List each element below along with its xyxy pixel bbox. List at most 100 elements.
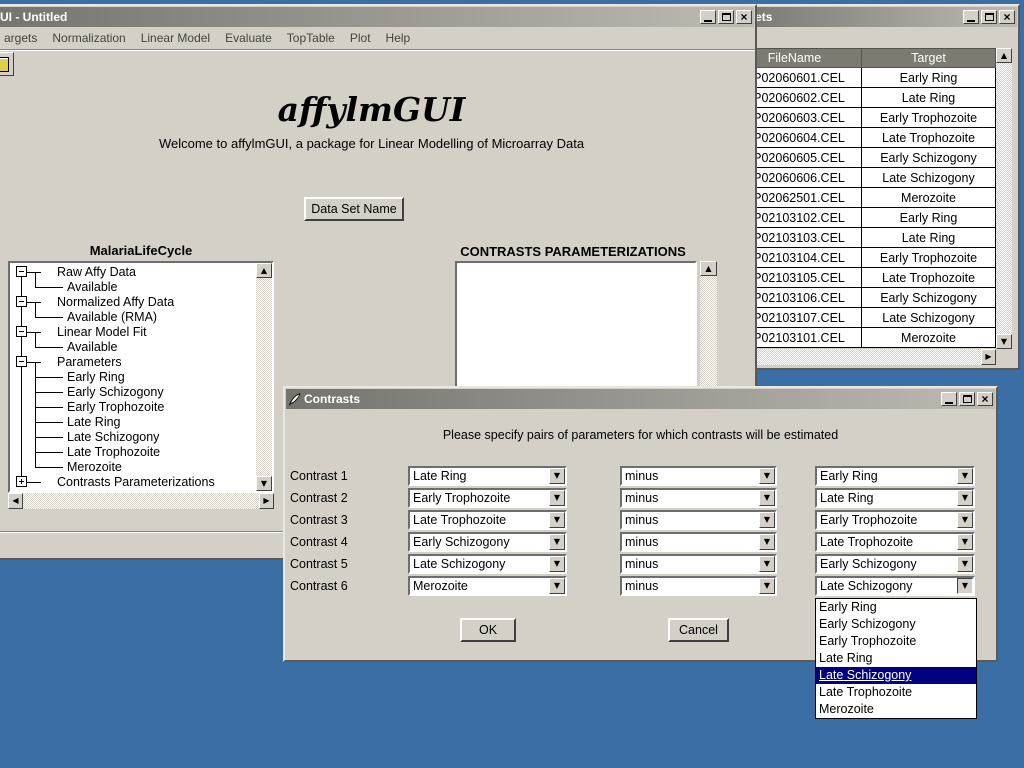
dropdown-option-1[interactable]: Early Schizogony bbox=[816, 616, 976, 633]
targets-row[interactable]: DP02060603.CELEarly Trophozoite bbox=[728, 108, 996, 128]
menu-item-0[interactable]: argets bbox=[4, 31, 37, 45]
tree-collapse-minus-icon[interactable] bbox=[16, 326, 27, 337]
targets-scrollbar-horizontal[interactable]: ◀ ▶ bbox=[727, 349, 996, 365]
scroll-track[interactable] bbox=[742, 349, 981, 365]
contrast-5-left-combo[interactable]: Late Schizogony▼ bbox=[408, 554, 567, 574]
targets-row[interactable]: DP02060604.CELLate Trophozoite bbox=[728, 128, 996, 148]
targets-row[interactable]: DP02060601.CELEarly Ring bbox=[728, 68, 996, 88]
contrast-3-left-combo[interactable]: Late Trophozoite▼ bbox=[408, 510, 567, 530]
tree-item[interactable]: Early Ring bbox=[10, 370, 256, 385]
main-titlebar[interactable]: UI - Untitled × bbox=[0, 7, 754, 27]
combo-arrow-button[interactable]: ▼ bbox=[759, 578, 775, 594]
tree-item[interactable]: Linear Model Fit bbox=[10, 325, 256, 340]
minimize-button[interactable] bbox=[700, 10, 716, 24]
targets-row[interactable]: DP02103105.CELLate Trophozoite bbox=[728, 268, 996, 288]
minimize-button[interactable] bbox=[941, 392, 957, 406]
targets-row[interactable]: DP02060602.CELLate Ring bbox=[728, 88, 996, 108]
tree-item[interactable]: Early Trophozoite bbox=[10, 400, 256, 415]
targets-row[interactable]: DP02103107.CELLate Schizogony bbox=[728, 308, 996, 328]
scroll-track[interactable] bbox=[23, 493, 259, 509]
dropdown-option-3[interactable]: Late Ring bbox=[816, 650, 976, 667]
contrast-1-left-combo[interactable]: Late Ring▼ bbox=[408, 466, 567, 486]
targets-row[interactable]: DP02060605.CELEarly Schizogony bbox=[728, 148, 996, 168]
tree-item[interactable]: Available bbox=[10, 340, 256, 355]
scroll-up-button[interactable]: ▲ bbox=[996, 48, 1012, 63]
tree-collapse-minus-icon[interactable] bbox=[16, 296, 27, 307]
contrasts-titlebar[interactable]: Contrasts × bbox=[286, 389, 995, 409]
tree-expand-plus-icon[interactable] bbox=[16, 476, 27, 487]
contrast-1-right-combo[interactable]: Early Ring▼ bbox=[815, 466, 975, 486]
menu-item-1[interactable]: Normalization bbox=[52, 31, 125, 45]
tree-item[interactable]: Late Schizogony bbox=[10, 430, 256, 445]
combo-arrow-button[interactable]: ▼ bbox=[957, 512, 973, 528]
menu-item-3[interactable]: Evaluate bbox=[225, 31, 272, 45]
maximize-button[interactable] bbox=[718, 10, 734, 24]
combo-arrow-button[interactable]: ▼ bbox=[549, 534, 565, 550]
tree-scrollbar-horizontal[interactable]: ◀ ▶ bbox=[8, 493, 274, 509]
close-button[interactable]: × bbox=[977, 392, 993, 406]
combo-arrow-button[interactable]: ▼ bbox=[957, 490, 973, 506]
tree-item[interactable]: Late Ring bbox=[10, 415, 256, 430]
menu-item-5[interactable]: Plot bbox=[350, 31, 371, 45]
combo-arrow-button[interactable]: ▼ bbox=[957, 468, 973, 484]
combo-arrow-button[interactable]: ▼ bbox=[759, 490, 775, 506]
combo-arrow-button[interactable]: ▼ bbox=[759, 468, 775, 484]
scroll-left-button[interactable]: ◀ bbox=[8, 493, 23, 509]
tree-item[interactable]: Available bbox=[10, 280, 256, 295]
tree-item[interactable]: Contrasts Parameterizations bbox=[10, 475, 256, 490]
contrast-2-left-combo[interactable]: Early Trophozoite▼ bbox=[408, 488, 567, 508]
targets-row[interactable]: DP02062501.CELMerozoite bbox=[728, 188, 996, 208]
close-button[interactable]: × bbox=[736, 10, 752, 24]
contrast-5-right-combo[interactable]: Early Schizogony▼ bbox=[815, 554, 975, 574]
scroll-track[interactable] bbox=[256, 278, 272, 476]
combo-arrow-button[interactable]: ▼ bbox=[957, 578, 973, 594]
contrast-2-operator-combo[interactable]: minus▼ bbox=[620, 488, 777, 508]
combo-arrow-button[interactable]: ▼ bbox=[549, 578, 565, 594]
contrast-4-operator-combo[interactable]: minus▼ bbox=[620, 532, 777, 552]
contrast-6-left-combo[interactable]: Merozoite▼ bbox=[408, 576, 567, 596]
maximize-button[interactable] bbox=[959, 392, 975, 406]
tree-item[interactable]: Parameters bbox=[10, 355, 256, 370]
contrast-3-right-combo[interactable]: Early Trophozoite▼ bbox=[815, 510, 975, 530]
tree-item[interactable]: Available (RMA) bbox=[10, 310, 256, 325]
tree-collapse-minus-icon[interactable] bbox=[16, 356, 27, 367]
targets-row[interactable]: DP02103103.CELLate Ring bbox=[728, 228, 996, 248]
combo-arrow-button[interactable]: ▼ bbox=[759, 556, 775, 572]
dropdown-option-2[interactable]: Early Trophozoite bbox=[816, 633, 976, 650]
combo-arrow-button[interactable]: ▼ bbox=[549, 490, 565, 506]
targets-row[interactable]: DP02060606.CELLate Schizogony bbox=[728, 168, 996, 188]
combo-arrow-button[interactable]: ▼ bbox=[549, 512, 565, 528]
contrast-4-right-combo[interactable]: Late Trophozoite▼ bbox=[815, 532, 975, 552]
targets-row[interactable]: DP02103101.CELMerozoite bbox=[728, 328, 996, 348]
combo-arrow-button[interactable]: ▼ bbox=[759, 534, 775, 550]
scroll-up-button[interactable]: ▲ bbox=[256, 263, 272, 278]
tree-item[interactable]: Raw Affy Data bbox=[10, 265, 256, 280]
menu-item-2[interactable]: Linear Model bbox=[141, 31, 210, 45]
contrast-1-operator-combo[interactable]: minus▼ bbox=[620, 466, 777, 486]
tree-item[interactable]: Normalized Affy Data bbox=[10, 295, 256, 310]
scroll-up-button[interactable]: ▲ bbox=[700, 261, 717, 276]
combo-arrow-button[interactable]: ▼ bbox=[549, 556, 565, 572]
scroll-right-button[interactable]: ▶ bbox=[981, 349, 996, 365]
combo-arrow-button[interactable]: ▼ bbox=[957, 534, 973, 550]
contrast-4-left-combo[interactable]: Early Schizogony▼ bbox=[408, 532, 567, 552]
tree-item[interactable]: Merozoite bbox=[10, 460, 256, 475]
scroll-track[interactable] bbox=[996, 63, 1012, 334]
scroll-down-button[interactable]: ▼ bbox=[996, 334, 1012, 349]
targets-row[interactable]: DP02103104.CELEarly Trophozoite bbox=[728, 248, 996, 268]
dropdown-option-5[interactable]: Late Trophozoite bbox=[816, 684, 976, 701]
ok-button[interactable]: OK bbox=[460, 618, 516, 642]
scroll-down-button[interactable]: ▼ bbox=[256, 476, 272, 491]
targets-titlebar[interactable]: Targets × bbox=[726, 7, 1017, 27]
dropdown-option-0[interactable]: Early Ring bbox=[816, 599, 976, 616]
combo-arrow-button[interactable]: ▼ bbox=[759, 512, 775, 528]
targets-scrollbar-vertical[interactable]: ▲ ▼ bbox=[996, 48, 1012, 349]
targets-row[interactable]: DP02103102.CELEarly Ring bbox=[728, 208, 996, 228]
data-set-name-button[interactable]: Data Set Name bbox=[304, 197, 404, 221]
combo-arrow-button[interactable]: ▼ bbox=[549, 468, 565, 484]
close-button[interactable]: × bbox=[999, 10, 1015, 24]
toolbar-button[interactable] bbox=[0, 52, 14, 76]
contrast-3-operator-combo[interactable]: minus▼ bbox=[620, 510, 777, 530]
menu-item-6[interactable]: Help bbox=[386, 31, 411, 45]
tree-item[interactable]: Late Trophozoite bbox=[10, 445, 256, 460]
